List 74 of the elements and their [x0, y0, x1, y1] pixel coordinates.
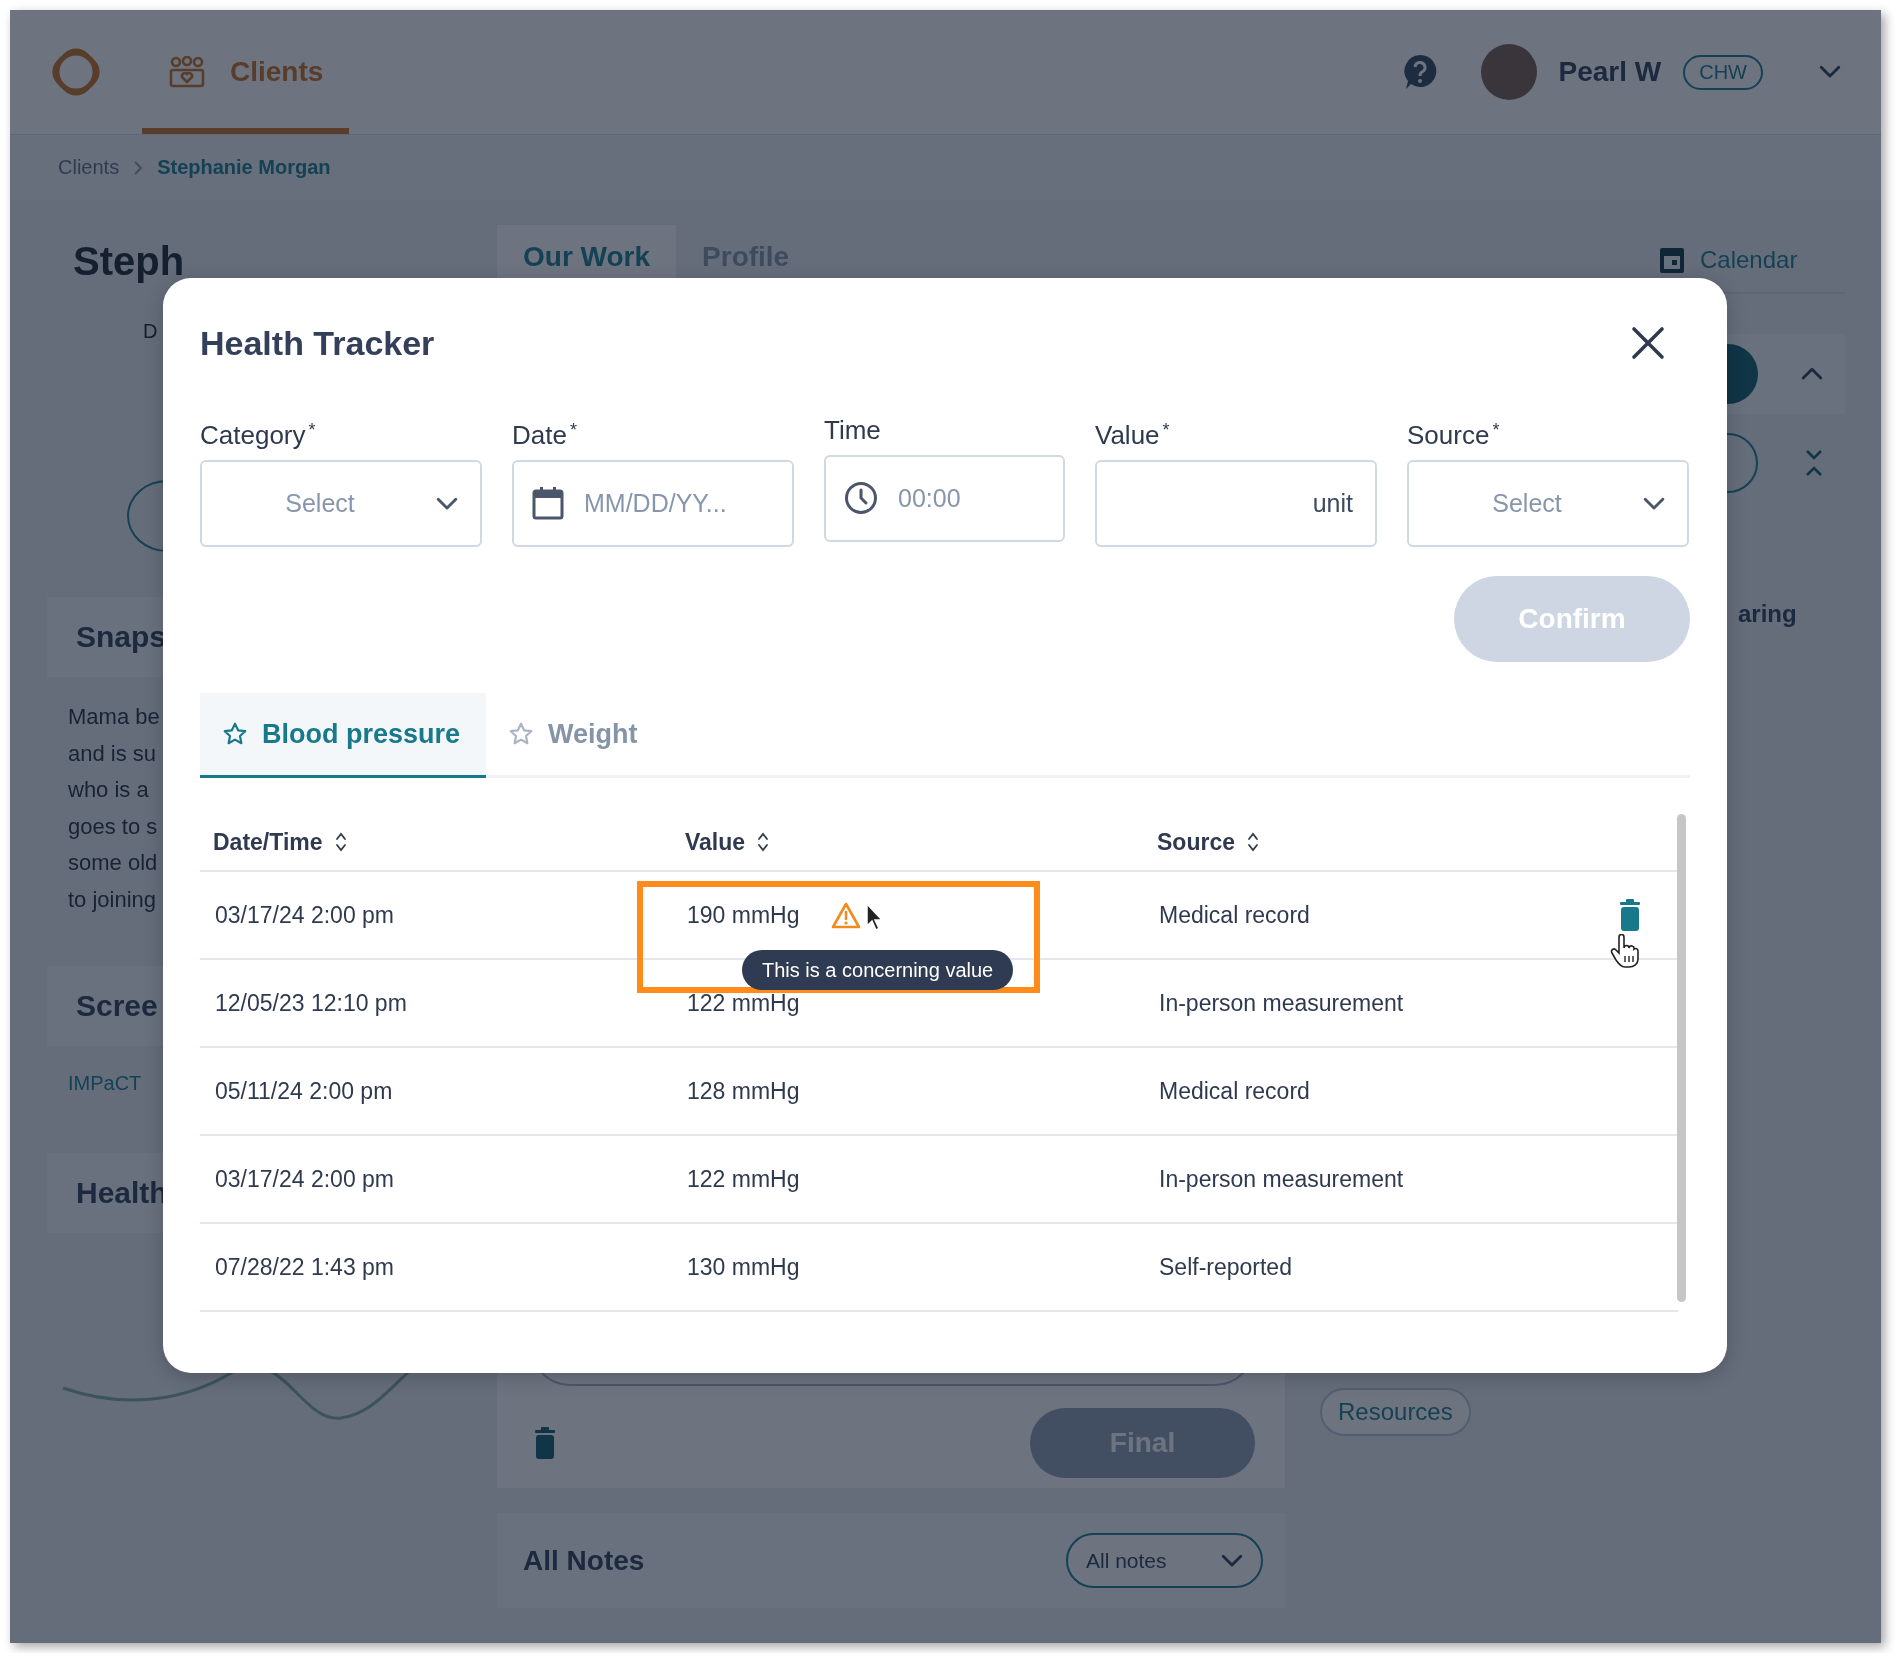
- table-cell: 190 mmHg: [687, 901, 800, 929]
- breadcrumb-link[interactable]: Stephanie Morgan: [157, 156, 331, 179]
- table-cell-text: In-person measurement: [1158, 989, 1405, 1017]
- table-cell-text: 07/28/22 1:43 pm: [214, 1253, 396, 1281]
- table-cell-text: Medical record: [1158, 1077, 1311, 1105]
- clock-icon: [844, 481, 878, 515]
- client-name: Steph: [73, 238, 185, 284]
- chevron-down-icon: [436, 496, 458, 511]
- field-label: Category$^{*}$: [200, 419, 317, 451]
- select-field[interactable]: Select: [200, 460, 482, 547]
- snapshot-text-line: some old: [68, 849, 158, 877]
- date-field[interactable]: MM/DD/YY...: [512, 460, 794, 547]
- trash-icon: [1618, 898, 1642, 932]
- snapshot-text-line: and is su: [68, 739, 157, 768]
- people-icon: [168, 56, 206, 88]
- chevron-down-icon: [1221, 1553, 1243, 1568]
- close-button[interactable]: [1631, 326, 1665, 360]
- snapshot-text-line: to joining: [68, 885, 157, 914]
- field-label: Value$^{*}$: [1095, 419, 1171, 451]
- column-header[interactable]: Date/Time: [213, 828, 347, 856]
- scrollbar[interactable]: [1677, 814, 1686, 1302]
- notes-filter-select[interactable]: All notes: [1066, 1533, 1263, 1588]
- table-cell: 122 mmHg: [687, 989, 800, 1017]
- section-text: aring: [1738, 600, 1798, 628]
- unit-label: unit: [1312, 488, 1353, 519]
- trash-icon: [533, 1426, 557, 1460]
- table-cell: 130 mmHg: [687, 1253, 800, 1281]
- calendar-icon: [532, 486, 564, 520]
- star-icon: [508, 721, 535, 747]
- sort-icon: [757, 831, 770, 853]
- table-cell-text: 03/17/24 2:00 pm: [214, 1165, 396, 1193]
- table-cell: 128 mmHg: [687, 1077, 800, 1105]
- table-cell-text: 12/05/23 12:10 pm: [214, 989, 408, 1017]
- time-field[interactable]: 00:00: [824, 455, 1065, 542]
- warning-icon[interactable]: [831, 901, 862, 929]
- table-cell-text: In-person measurement: [1158, 1165, 1405, 1193]
- calendar-icon: [1660, 247, 1684, 273]
- field-label: Source$^{*}$: [1407, 419, 1501, 451]
- snapshot-text-line: who is a: [68, 776, 149, 804]
- category-tab[interactable]: Weight: [486, 693, 664, 778]
- category-tab[interactable]: Blood pressure: [200, 693, 487, 778]
- table-cell-text: 03/17/24 2:00 pm: [214, 901, 396, 929]
- column-header[interactable]: Value: [685, 828, 770, 856]
- chevron-right-icon: [133, 159, 144, 176]
- chevron-up-icon: [1801, 367, 1823, 381]
- snapshot-text-line: Mama be: [68, 703, 160, 731]
- close-icon: [1631, 326, 1665, 360]
- field-label: Date$^{*}$: [512, 419, 578, 451]
- notes-title: All Notes: [523, 1544, 645, 1577]
- role-badge: CHW: [1683, 54, 1763, 90]
- table-cell-text: Medical record: [1158, 901, 1311, 929]
- chevron-down-icon: [1819, 65, 1841, 79]
- collapse-icon[interactable]: [1805, 449, 1823, 477]
- snapshot-text-line: goes to s: [68, 812, 158, 841]
- breadcrumb-link[interactable]: Clients: [58, 156, 120, 179]
- chevron-down-icon: [1643, 496, 1665, 511]
- sort-icon: [334, 831, 347, 853]
- star-icon: [222, 721, 248, 747]
- table-cell-text: 05/11/24 2:00 pm: [214, 1077, 394, 1105]
- calendar-link[interactable]: Calendar: [1700, 246, 1798, 274]
- table-cell: 122 mmHg: [687, 1165, 800, 1193]
- resources-tag[interactable]: Resources: [1320, 1388, 1471, 1436]
- sort-icon: [1247, 831, 1259, 853]
- client-subtitle: D: [143, 320, 158, 343]
- dialog-title: Health Tracker: [200, 323, 435, 363]
- column-header[interactable]: Source: [1157, 828, 1259, 856]
- table-cell-text: Self-reported: [1158, 1253, 1293, 1281]
- hand-cursor-icon: [1610, 934, 1640, 968]
- help-icon[interactable]: [1402, 54, 1437, 90]
- user-name: Pearl W: [1558, 56, 1662, 88]
- field-label: Time: [824, 414, 882, 446]
- value-field[interactable]: [1095, 460, 1377, 547]
- tooltip: This is a concerning value: [742, 950, 1014, 990]
- select-field[interactable]: Select: [1407, 460, 1689, 547]
